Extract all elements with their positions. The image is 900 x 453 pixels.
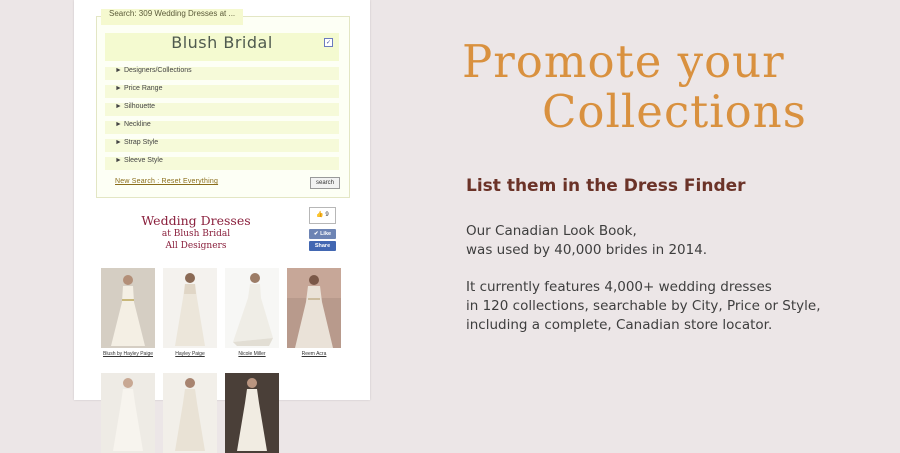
expand-arrow-icon: ► xyxy=(115,103,122,110)
like-count: 👍 9 xyxy=(309,207,336,224)
like-button[interactable]: ✔ Like xyxy=(309,229,336,239)
filter-neckline[interactable]: ► Neckline xyxy=(105,121,339,134)
expand-arrow-icon: ► xyxy=(115,85,122,92)
para1-line1: Our Canadian Look Book, xyxy=(466,223,637,239)
para2-line3: including a complete, Canadian store loc… xyxy=(466,317,773,333)
promo-title-line1: Promote your xyxy=(462,35,785,88)
thumbs-up-icon: 👍 xyxy=(316,212,324,218)
promo-subheading: List them in the Dress Finder xyxy=(466,176,746,196)
para2-line1: It currently features 4,000+ wedding dre… xyxy=(466,279,772,295)
promo-title: Promote your Collections xyxy=(462,37,807,137)
social-buttons: 👍 9 ✔ Like Share xyxy=(309,207,336,251)
dress-photo[interactable] xyxy=(225,373,279,453)
dress-finder-preview: Search: 309 Wedding Dresses at ... Blush… xyxy=(74,0,370,453)
dress-card[interactable] xyxy=(101,373,155,453)
dress-photo[interactable] xyxy=(225,268,279,348)
like-label: Like xyxy=(320,231,332,237)
promo-title-line2: Collections xyxy=(542,85,807,138)
listing-store: at Blush Bridal xyxy=(161,229,231,239)
dress-name-link[interactable]: Nicole Miller xyxy=(225,351,279,357)
dress-name-link[interactable]: Blush by Hayley Paige xyxy=(101,351,155,357)
listing-title: Wedding Dresses xyxy=(141,213,251,228)
filter-label: Price Range xyxy=(123,85,163,92)
dress-name-link[interactable]: Hayley Paige xyxy=(163,351,217,357)
dress-card[interactable]: Reem Acra xyxy=(287,268,341,357)
expand-arrow-icon: ► xyxy=(115,121,122,128)
dress-card[interactable]: Blush by Hayley Paige xyxy=(101,268,155,357)
dress-photo[interactable] xyxy=(163,373,217,453)
listing-designer: All Designers xyxy=(165,241,227,251)
checkbox-icon[interactable]: ✓ xyxy=(324,38,333,47)
dress-photo[interactable] xyxy=(163,268,217,348)
para1-line2: was used by 40,000 brides in 2014. xyxy=(466,242,708,258)
dress-photo[interactable] xyxy=(287,268,341,348)
filter-label: Neckline xyxy=(123,121,151,128)
like-count-value: 9 xyxy=(325,212,329,218)
store-header: Blush Bridal ✓ xyxy=(105,33,339,61)
store-name: Blush Bridal xyxy=(171,33,273,52)
filter-silhouette[interactable]: ► Silhouette xyxy=(105,103,339,116)
dress-photo[interactable] xyxy=(101,373,155,453)
filter-price-range[interactable]: ► Price Range xyxy=(105,85,339,98)
filter-label: Sleeve Style xyxy=(123,157,163,164)
promo-paragraph-1: Our Canadian Look Book, was used by 40,0… xyxy=(466,222,707,260)
dress-photo[interactable] xyxy=(101,268,155,348)
share-button[interactable]: Share xyxy=(309,241,336,251)
reset-search-link[interactable]: New Search : Reset Everything xyxy=(115,178,218,185)
filter-sleeve-style[interactable]: ► Sleeve Style xyxy=(105,157,339,170)
expand-arrow-icon: ► xyxy=(115,67,122,74)
filter-strap-style[interactable]: ► Strap Style xyxy=(105,139,339,152)
filter-label: Designers/Collections xyxy=(123,67,192,74)
filter-label: Strap Style xyxy=(123,139,159,146)
promo-paragraph-2: It currently features 4,000+ wedding dre… xyxy=(466,278,821,335)
search-summary-tab[interactable]: Search: 309 Wedding Dresses at ... xyxy=(101,9,244,25)
dress-name-link[interactable]: Reem Acra xyxy=(287,351,341,357)
search-button[interactable]: search xyxy=(310,177,340,189)
dress-finder-widget: Search: 309 Wedding Dresses at ... Blush… xyxy=(96,9,350,198)
listing-heading: Wedding Dresses at Blush Bridal All Desi… xyxy=(110,213,282,252)
dress-card[interactable] xyxy=(225,373,279,453)
filter-designers[interactable]: ► Designers/Collections xyxy=(105,67,339,80)
para2-line2: in 120 collections, searchable by City, … xyxy=(466,298,821,314)
dress-card[interactable] xyxy=(163,373,217,453)
dress-card[interactable]: Hayley Paige xyxy=(163,268,217,357)
filter-label: Silhouette xyxy=(123,103,156,110)
expand-arrow-icon: ► xyxy=(115,139,122,146)
dress-card[interactable]: Nicole Miller xyxy=(225,268,279,357)
expand-arrow-icon: ► xyxy=(115,157,122,164)
